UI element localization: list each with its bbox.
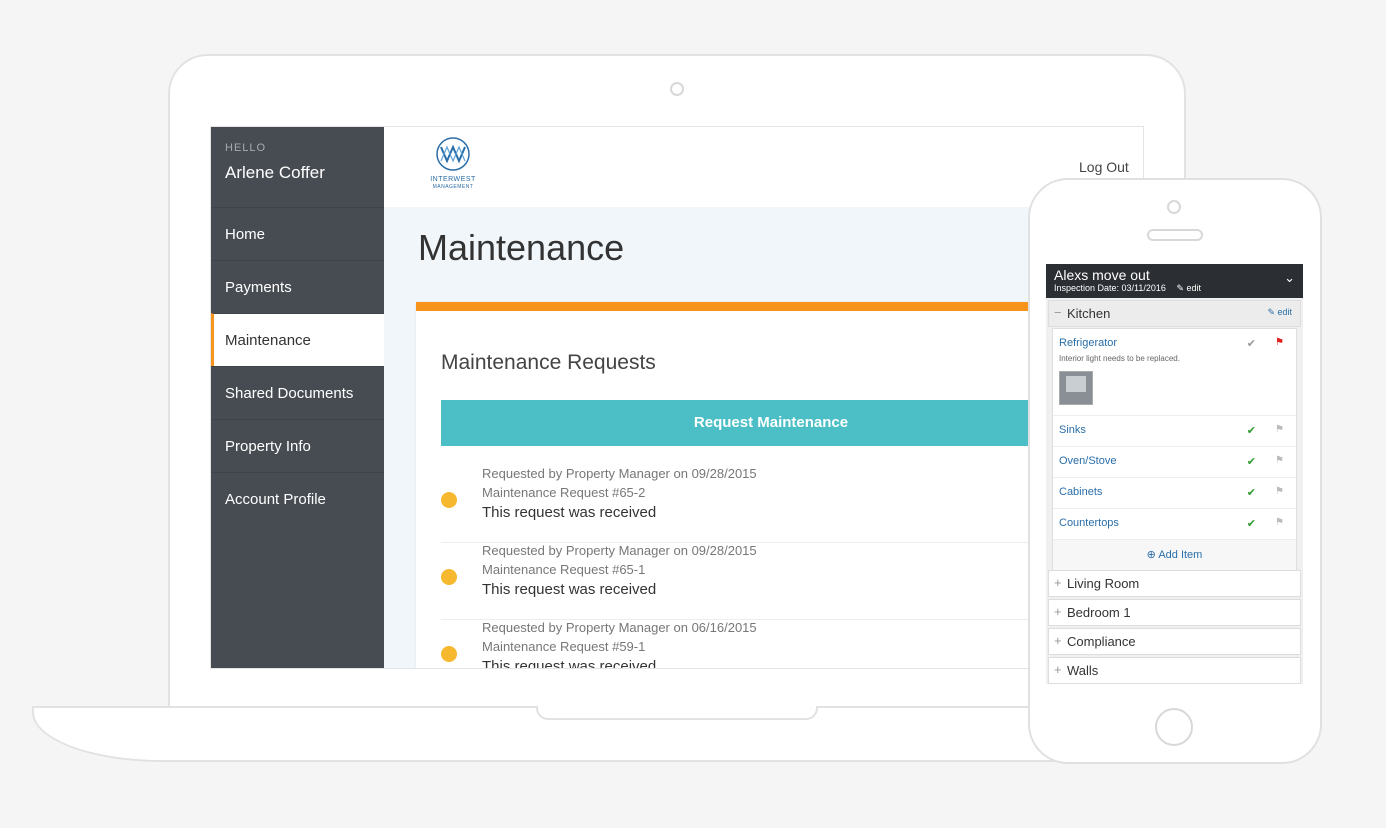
request-meta: Requested by Property Manager on 09/28/2…	[482, 466, 757, 481]
list-item[interactable]: Cabinets ✔ ⚑	[1053, 478, 1296, 509]
sidebar: HELLO Arlene Coffer Home Payments Mainte…	[211, 127, 384, 668]
logo-icon	[436, 137, 470, 171]
item-label[interactable]: Refrigerator	[1059, 337, 1117, 349]
item-note: Interior light needs to be replaced.	[1059, 354, 1180, 363]
check-icon[interactable]: ✔	[1247, 486, 1256, 499]
flag-icon[interactable]: ⚑	[1275, 517, 1284, 528]
laptop-screen: HELLO Arlene Coffer Home Payments Mainte…	[210, 126, 1144, 669]
check-icon[interactable]: ✔	[1247, 455, 1256, 468]
section-bedroom-1[interactable]: + Bedroom 1	[1048, 599, 1301, 626]
request-list: Requested by Property Manager on 09/28/2…	[441, 466, 1101, 669]
flag-icon[interactable]: ⚑	[1275, 455, 1284, 466]
kitchen-edit-link[interactable]: ✎ edit	[1267, 307, 1292, 318]
sidebar-nav: Home Payments Maintenance Shared Documen…	[211, 207, 384, 525]
logo-text: INTERWEST	[430, 176, 476, 183]
page-title: Maintenance	[418, 227, 625, 268]
request-maintenance-button[interactable]: Request Maintenance	[441, 400, 1101, 446]
request-meta: Requested by Property Manager on 06/16/2…	[482, 620, 757, 635]
minus-icon: −	[1054, 305, 1062, 320]
list-item[interactable]: Oven/Stove ✔ ⚑	[1053, 447, 1296, 478]
add-item-button[interactable]: ⊕ Add Item	[1053, 540, 1296, 570]
section-label: Living Room	[1067, 576, 1140, 591]
flag-icon[interactable]: ⚑	[1275, 424, 1284, 435]
chevron-down-icon[interactable]: ⌄	[1284, 270, 1295, 286]
plus-icon: +	[1054, 662, 1062, 677]
company-logo[interactable]: INTERWEST MANAGEMENT	[420, 137, 486, 190]
sidebar-item-shared-documents[interactable]: Shared Documents	[211, 366, 384, 419]
inspection-title: Alexs move out	[1054, 267, 1150, 283]
plus-circle-icon: ⊕	[1146, 549, 1156, 561]
phone-home-button	[1155, 708, 1193, 746]
phone-screen: Alexs move out Inspection Date: 03/11/20…	[1046, 264, 1303, 684]
refrigerator-photo[interactable]	[1059, 371, 1093, 405]
request-number: Maintenance Request #59-1	[482, 639, 646, 654]
logout-link[interactable]: Log Out	[1079, 159, 1129, 175]
plus-icon: +	[1054, 575, 1062, 590]
section-kitchen[interactable]: − Kitchen ✎ edit	[1048, 300, 1301, 327]
request-number: Maintenance Request #65-2	[482, 485, 646, 500]
section-living-room[interactable]: + Living Room	[1048, 570, 1301, 597]
flag-icon[interactable]: ⚑	[1275, 337, 1284, 348]
greeting: HELLO	[225, 142, 267, 154]
request-meta: Requested by Property Manager on 09/28/2…	[482, 543, 757, 558]
laptop-notch	[536, 706, 818, 720]
top-bar: INTERWEST MANAGEMENT Log Out	[384, 127, 1143, 207]
flag-icon[interactable]: ⚑	[1275, 486, 1284, 497]
list-item[interactable]: Requested by Property Manager on 06/16/2…	[441, 620, 1101, 669]
add-item-label: Add Item	[1158, 549, 1203, 561]
sidebar-item-maintenance[interactable]: Maintenance	[211, 313, 384, 366]
request-status: This request was received	[482, 581, 657, 598]
edit-label: edit	[1277, 307, 1292, 317]
list-item[interactable]: Requested by Property Manager on 09/28/2…	[441, 543, 1101, 620]
section-compliance[interactable]: + Compliance	[1048, 628, 1301, 655]
status-dot	[441, 492, 457, 508]
section-label: Kitchen	[1067, 306, 1111, 321]
kitchen-items: Refrigerator Interior light needs to be …	[1052, 328, 1297, 571]
section-label: Compliance	[1067, 634, 1136, 649]
section-walls[interactable]: + Walls	[1048, 657, 1301, 684]
edit-label: edit	[1186, 283, 1201, 293]
laptop-camera	[670, 82, 684, 96]
section-label: Walls	[1067, 663, 1099, 678]
item-label[interactable]: Cabinets	[1059, 486, 1102, 498]
sidebar-item-account-profile[interactable]: Account Profile	[211, 472, 384, 525]
card-title: Maintenance Requests	[441, 351, 656, 374]
header-edit-link[interactable]: ✎ edit	[1176, 283, 1201, 293]
sidebar-item-property-info[interactable]: Property Info	[211, 419, 384, 472]
check-icon[interactable]: ✔	[1247, 424, 1256, 437]
plus-icon: +	[1054, 604, 1062, 619]
logo-subtext: MANAGEMENT	[432, 184, 474, 190]
inspection-date-row: Inspection Date: 03/11/2016 ✎ edit	[1054, 283, 1201, 294]
sidebar-item-home[interactable]: Home	[211, 207, 384, 260]
status-dot	[441, 646, 457, 662]
phone-camera	[1167, 200, 1181, 214]
user-name: Arlene Coffer	[225, 163, 325, 182]
inspection-header[interactable]: Alexs move out Inspection Date: 03/11/20…	[1046, 264, 1303, 298]
phone-speaker	[1147, 229, 1203, 241]
plus-icon: +	[1054, 633, 1062, 648]
item-label[interactable]: Countertops	[1059, 517, 1119, 529]
sidebar-item-payments[interactable]: Payments	[211, 260, 384, 313]
request-status: This request was received	[482, 658, 657, 669]
list-item[interactable]: Sinks ✔ ⚑	[1053, 416, 1296, 447]
check-icon[interactable]: ✔	[1247, 517, 1256, 530]
request-status: This request was received	[482, 504, 657, 521]
inspection-date: Inspection Date: 03/11/2016	[1054, 283, 1166, 293]
list-item[interactable]: Refrigerator Interior light needs to be …	[1053, 329, 1296, 416]
list-item[interactable]: Requested by Property Manager on 09/28/2…	[441, 466, 1101, 543]
status-dot	[441, 569, 457, 585]
request-number: Maintenance Request #65-1	[482, 562, 646, 577]
item-label[interactable]: Sinks	[1059, 424, 1086, 436]
item-label[interactable]: Oven/Stove	[1059, 455, 1116, 467]
section-label: Bedroom 1	[1067, 605, 1131, 620]
check-icon[interactable]: ✔	[1247, 337, 1256, 350]
list-item[interactable]: Countertops ✔ ⚑	[1053, 509, 1296, 540]
